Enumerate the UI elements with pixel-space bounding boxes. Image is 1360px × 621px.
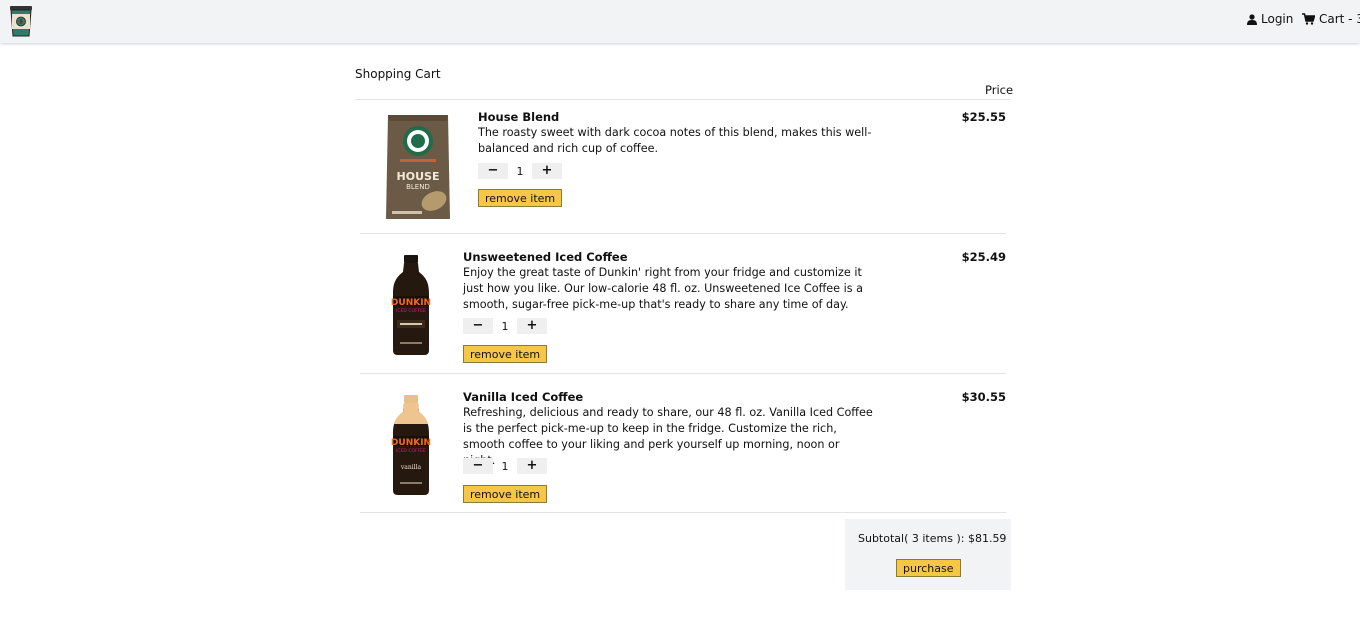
cart-link[interactable]: Cart - 3: [1302, 12, 1360, 26]
remove-item-button[interactable]: remove item: [463, 345, 548, 363]
svg-text:vanilla: vanilla: [400, 464, 422, 471]
increase-quantity-button[interactable]: +: [517, 458, 547, 474]
price-column-heading: Price: [985, 83, 1014, 97]
quantity-value: 1: [501, 459, 509, 473]
login-link[interactable]: Login: [1247, 12, 1293, 26]
decrease-quantity-button[interactable]: −: [478, 163, 508, 179]
remove-item-button[interactable]: remove item: [463, 485, 548, 503]
svg-text:DUNKIN: DUNKIN: [391, 438, 431, 448]
divider: [360, 233, 1006, 234]
login-label: Login: [1261, 12, 1294, 26]
increase-quantity-button[interactable]: +: [517, 318, 547, 334]
divider: [360, 373, 1006, 374]
svg-text:ICED COFFEE: ICED COFFEE: [396, 308, 426, 314]
svg-text:DUNKIN: DUNKIN: [391, 298, 431, 308]
item-name[interactable]: Unsweetened Iced Coffee: [463, 250, 628, 264]
coffee-bag-image: HOUSE BLEND: [386, 115, 450, 219]
divider: [355, 99, 1011, 100]
coffee-bottle-image: DUNKIN ICED COFFEE: [391, 255, 431, 355]
item-price: $25.55: [961, 110, 1006, 124]
svg-text:BLEND: BLEND: [406, 183, 430, 191]
purchase-button[interactable]: purchase: [896, 559, 961, 577]
decrease-quantity-button[interactable]: −: [463, 458, 493, 474]
decrease-quantity-button[interactable]: −: [463, 318, 493, 334]
item-price: $30.55: [961, 390, 1006, 404]
increase-quantity-button[interactable]: +: [532, 163, 562, 179]
page-title: Shopping Cart: [355, 67, 441, 81]
quantity-value: 1: [501, 319, 509, 333]
svg-text:HOUSE: HOUSE: [397, 170, 440, 183]
item-description: Enjoy the great taste of Dunkin' right f…: [463, 266, 863, 311]
item-description: The roasty sweet with dark cocoa notes o…: [478, 126, 872, 155]
quantity-stepper: − 1 +: [478, 163, 562, 179]
coffee-cup-logo-icon[interactable]: [9, 5, 33, 38]
subtotal-panel: Subtotal( 3 items ): $81.59 purchase: [845, 519, 1011, 590]
svg-text:ICED COFFEE: ICED COFFEE: [396, 448, 426, 454]
shopping-cart-icon: [1302, 13, 1315, 25]
subtotal-text: Subtotal( 3 items ): $81.59: [858, 532, 1007, 545]
quantity-stepper: − 1 +: [463, 318, 547, 334]
vanilla-coffee-bottle-image: DUNKIN ICED COFFEE vanilla: [391, 395, 431, 495]
divider: [360, 512, 1006, 513]
quantity-value: 1: [516, 164, 524, 178]
item-name[interactable]: House Blend: [478, 110, 559, 124]
user-icon: [1247, 13, 1257, 25]
item-price: $25.49: [961, 250, 1006, 264]
cart-label: Cart - 3: [1319, 12, 1360, 26]
quantity-stepper: − 1 +: [463, 458, 547, 474]
item-name[interactable]: Vanilla Iced Coffee: [463, 390, 583, 404]
remove-item-button[interactable]: remove item: [478, 189, 563, 207]
top-navbar: Login Cart - 3: [0, 0, 1360, 43]
